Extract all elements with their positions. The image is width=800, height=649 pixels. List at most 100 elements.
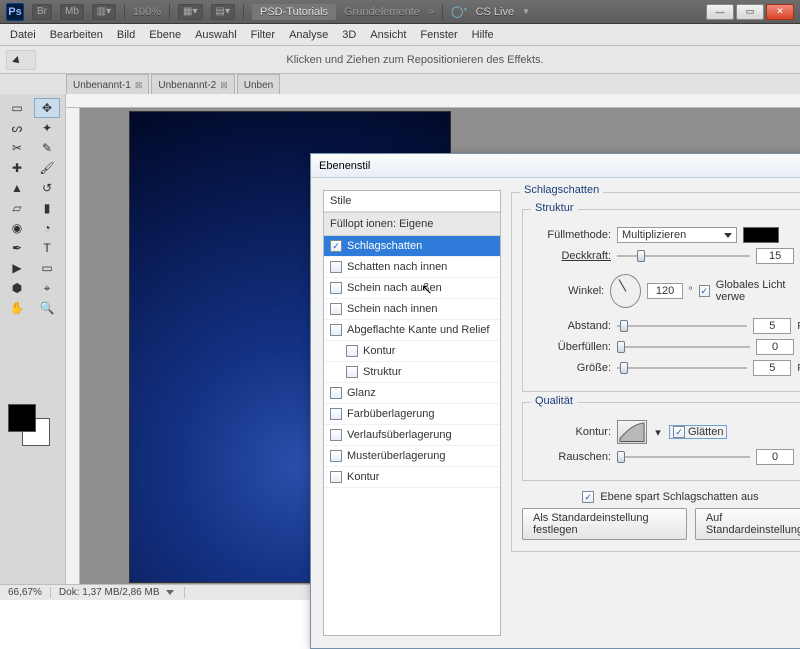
status-zoom[interactable]: 66,67% [0, 587, 51, 598]
menu-ebene[interactable]: Ebene [149, 29, 181, 41]
style-checkbox[interactable] [330, 408, 342, 420]
doc-tab-2[interactable]: Unbenannt-2⊠ [151, 74, 234, 94]
contour-dropdown[interactable]: ▾ [653, 426, 663, 439]
screen-mode-button[interactable]: ▥▾ [92, 4, 116, 20]
dialog-title-bar[interactable]: Ebenenstil [311, 154, 800, 178]
history-brush-tool[interactable]: ↺ [34, 178, 60, 198]
menu-analyse[interactable]: Analyse [289, 29, 328, 41]
opacity-input[interactable]: 15 [756, 248, 794, 264]
doc-tab-3[interactable]: Unben [237, 74, 280, 94]
menu-filter[interactable]: Filter [251, 29, 275, 41]
status-doc-info[interactable]: Dok: 1,37 MB/2,86 MB [51, 587, 185, 598]
marquee-tool[interactable]: ▭ [4, 98, 30, 118]
menu-datei[interactable]: Datei [10, 29, 36, 41]
3d-camera-tool[interactable]: ⌖ [34, 278, 60, 298]
knockout-checkbox[interactable] [582, 491, 594, 503]
style-checkbox[interactable] [330, 471, 342, 483]
path-select-tool[interactable]: ▶ [4, 258, 30, 278]
style-row-1[interactable]: Schatten nach innen [324, 257, 500, 278]
close-icon[interactable]: ⊠ [135, 80, 143, 91]
size-slider[interactable] [617, 361, 747, 375]
color-swatches[interactable] [8, 404, 58, 448]
noise-slider[interactable] [617, 450, 750, 464]
zoom-tool[interactable]: 🔍 [34, 298, 60, 318]
style-checkbox[interactable] [330, 303, 342, 315]
style-row-6[interactable]: Struktur [324, 362, 500, 383]
style-row-9[interactable]: Verlaufsüberlagerung [324, 425, 500, 446]
close-icon[interactable]: ⊠ [220, 80, 228, 91]
move-tool-indicator[interactable] [6, 50, 36, 70]
close-button[interactable]: ✕ [766, 4, 794, 20]
shadow-color-swatch[interactable] [743, 227, 779, 243]
blending-options-row[interactable]: Füllopt ionen: Eigene [324, 212, 500, 236]
lasso-tool[interactable]: ᔕ [4, 118, 30, 138]
style-checkbox[interactable] [346, 366, 358, 378]
workspace-active[interactable]: PSD-Tutorials [252, 4, 336, 20]
hand-tool[interactable]: ✋ [4, 298, 30, 318]
menu-hilfe[interactable]: Hilfe [472, 29, 494, 41]
angle-input[interactable]: 120 [647, 283, 682, 299]
blur-tool[interactable]: ◉ [4, 218, 30, 238]
doc-tab-1[interactable]: Unbenannt-1⊠ [66, 74, 149, 94]
brush-tool[interactable]: 🖌 [34, 158, 60, 178]
dodge-tool[interactable]: ◔ [34, 218, 60, 238]
shape-tool[interactable]: ▭ [34, 258, 60, 278]
distance-input[interactable]: 5 [753, 318, 791, 334]
maximize-button[interactable]: ▭ [736, 4, 764, 20]
style-checkbox[interactable] [330, 324, 342, 336]
make-default-button[interactable]: Als Standardeinstellung festlegen [522, 508, 687, 540]
menu-ansicht[interactable]: Ansicht [370, 29, 406, 41]
style-row-10[interactable]: Musterüberlagerung [324, 446, 500, 467]
style-checkbox[interactable] [330, 261, 342, 273]
noise-input[interactable]: 0 [756, 449, 794, 465]
style-checkbox[interactable] [346, 345, 358, 357]
menu-bearbeiten[interactable]: Bearbeiten [50, 29, 103, 41]
style-checkbox[interactable] [330, 240, 342, 252]
spread-slider[interactable] [617, 340, 750, 354]
minimize-button[interactable]: ― [706, 4, 734, 20]
view-extras-button[interactable]: ▦▾ [178, 4, 202, 20]
style-checkbox[interactable] [330, 450, 342, 462]
type-tool[interactable]: T [34, 238, 60, 258]
menu-3d[interactable]: 3D [342, 29, 356, 41]
stamp-tool[interactable]: ▲ [4, 178, 30, 198]
opacity-slider[interactable] [617, 249, 750, 263]
reset-default-button[interactable]: Auf Standardeinstellung [695, 508, 800, 540]
move-tool[interactable]: ✥ [34, 98, 60, 118]
foreground-color[interactable] [8, 404, 36, 432]
style-row-5[interactable]: Kontur [324, 341, 500, 362]
style-row-11[interactable]: Kontur [324, 467, 500, 488]
healing-tool[interactable]: ✚ [4, 158, 30, 178]
eyedropper-tool[interactable]: ✎ [34, 138, 60, 158]
style-row-8[interactable]: Farbüberlagerung [324, 404, 500, 425]
cslive-button[interactable]: CS Live [476, 6, 515, 18]
workspace-more[interactable]: » [428, 6, 434, 18]
style-row-7[interactable]: Glanz [324, 383, 500, 404]
style-row-0[interactable]: Schlagschatten [324, 236, 500, 257]
menu-fenster[interactable]: Fenster [420, 29, 457, 41]
pen-tool[interactable]: ✒ [4, 238, 30, 258]
size-input[interactable]: 5 [753, 360, 791, 376]
style-checkbox[interactable] [330, 282, 342, 294]
zoom-level[interactable]: 100% [133, 6, 161, 18]
style-checkbox[interactable] [330, 429, 342, 441]
style-row-4[interactable]: Abgeflachte Kante und Relief [324, 320, 500, 341]
bridge-button[interactable]: Br [32, 4, 52, 20]
minibridge-button[interactable]: Mb [60, 4, 84, 20]
menu-auswahl[interactable]: Auswahl [195, 29, 237, 41]
spread-input[interactable]: 0 [756, 339, 794, 355]
arrange-docs-button[interactable]: ▤▾ [211, 4, 235, 20]
menu-bild[interactable]: Bild [117, 29, 135, 41]
3d-tool[interactable]: ⬢ [4, 278, 30, 298]
style-row-3[interactable]: Schein nach innen [324, 299, 500, 320]
contour-picker[interactable] [617, 420, 647, 444]
gradient-tool[interactable]: ▮ [34, 198, 60, 218]
distance-slider[interactable] [617, 319, 747, 333]
angle-dial[interactable] [610, 274, 641, 308]
blend-mode-select[interactable]: Multiplizieren [617, 227, 737, 243]
global-light-checkbox[interactable] [699, 285, 710, 297]
workspace-essentials[interactable]: Grundelemente [344, 6, 420, 18]
crop-tool[interactable]: ✂ [4, 138, 30, 158]
antialias-checkbox[interactable] [673, 426, 685, 438]
eraser-tool[interactable]: ▱ [4, 198, 30, 218]
